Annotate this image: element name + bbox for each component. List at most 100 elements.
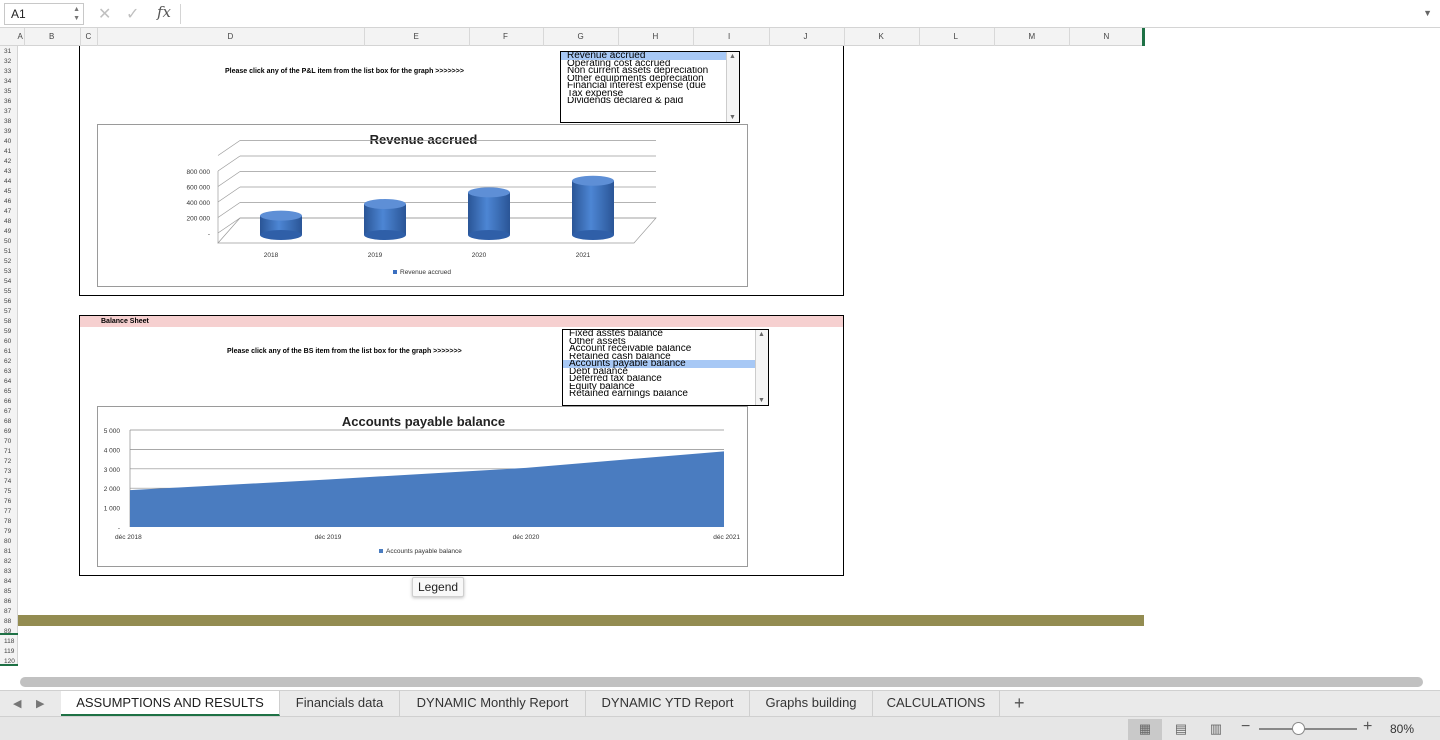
listbox-item[interactable]: Operating cost accrued: [561, 60, 726, 68]
row-header[interactable]: 80: [4, 538, 11, 545]
row-header[interactable]: 82: [4, 558, 11, 565]
row-header[interactable]: 86: [4, 598, 11, 605]
row-header[interactable]: 50: [4, 238, 11, 245]
zoom-out-icon[interactable]: −: [1241, 718, 1250, 736]
listbox-item[interactable]: Other equipments depreciation: [561, 75, 726, 83]
row-header[interactable]: 62: [4, 358, 11, 365]
zoom-slider-thumb[interactable]: [1292, 722, 1305, 735]
row-header[interactable]: 65: [4, 388, 11, 395]
pl-listbox-scrollbar[interactable]: ▲ ▼: [726, 52, 739, 122]
row-header[interactable]: 53: [4, 268, 11, 275]
row-header[interactable]: 40: [4, 138, 11, 145]
row-header[interactable]: 54: [4, 278, 11, 285]
next-sheet-icon[interactable]: ▶: [36, 697, 44, 710]
row-header[interactable]: 72: [4, 458, 11, 465]
row-header[interactable]: 64: [4, 378, 11, 385]
listbox-item[interactable]: Non current assets depreciation: [561, 67, 726, 75]
row-header[interactable]: 68: [4, 418, 11, 425]
row-header[interactable]: 69: [4, 428, 11, 435]
listbox-item[interactable]: Accounts payable balance: [563, 360, 755, 368]
row-header[interactable]: 73: [4, 468, 11, 475]
row-header[interactable]: 88: [4, 618, 11, 625]
listbox-item[interactable]: Deferred tax balance: [563, 375, 755, 383]
row-header[interactable]: 76: [4, 498, 11, 505]
row-header[interactable]: 51: [4, 248, 11, 255]
listbox-item[interactable]: Retained cash balance: [563, 353, 755, 361]
page-break-view-icon[interactable]: ▥: [1199, 719, 1233, 740]
row-header[interactable]: 37: [4, 108, 11, 115]
prev-sheet-icon[interactable]: ◀: [13, 697, 21, 710]
listbox-item[interactable]: Account receivable balance: [563, 345, 755, 353]
row-header[interactable]: 75: [4, 488, 11, 495]
insert-function-icon[interactable]: fx: [157, 3, 171, 21]
row-header[interactable]: 34: [4, 78, 11, 85]
listbox-item[interactable]: Revenue accrued: [561, 52, 726, 60]
revenue-chart[interactable]: Revenue accrued 800 000 600 000 400 000 200…: [97, 124, 748, 287]
row-header[interactable]: 38: [4, 118, 11, 125]
column-header[interactable]: G: [578, 32, 584, 41]
column-header[interactable]: H: [653, 32, 659, 41]
column-header[interactable]: K: [879, 32, 884, 41]
sheet-tab[interactable]: Graphs building: [750, 691, 873, 716]
listbox-item[interactable]: Equity balance: [563, 383, 755, 391]
column-header[interactable]: E: [414, 32, 419, 41]
column-header[interactable]: L: [954, 32, 958, 41]
formula-input[interactable]: [186, 7, 1406, 23]
row-header[interactable]: 118: [4, 638, 14, 645]
row-header[interactable]: 39: [4, 128, 11, 135]
listbox-item[interactable]: Financial interest expense (due: [561, 82, 726, 90]
column-header[interactable]: C: [86, 32, 92, 41]
column-header[interactable]: J: [804, 32, 808, 41]
sheet-tab[interactable]: CALCULATIONS: [873, 691, 1000, 716]
column-header[interactable]: M: [1029, 32, 1036, 41]
listbox-item[interactable]: Debt balance: [563, 368, 755, 376]
row-header[interactable]: 78: [4, 518, 11, 525]
row-header[interactable]: 67: [4, 408, 11, 415]
row-header[interactable]: 42: [4, 158, 11, 165]
row-header[interactable]: 70: [4, 438, 11, 445]
zoom-slider-track[interactable]: [1259, 728, 1357, 730]
accounts-payable-chart[interactable]: Accounts payable balance 5 000 4 000 3 000…: [97, 406, 748, 567]
bs-listbox-scrollbar[interactable]: ▲ ▼: [755, 330, 768, 405]
row-header[interactable]: 71: [4, 448, 11, 455]
row-header[interactable]: 46: [4, 198, 11, 205]
row-header[interactable]: 49: [4, 228, 11, 235]
listbox-item[interactable]: Tax expense: [561, 90, 726, 98]
row-header[interactable]: 74: [4, 478, 11, 485]
scroll-up-icon[interactable]: ▲: [729, 53, 736, 60]
row-header[interactable]: 45: [4, 188, 11, 195]
column-header[interactable]: N: [1104, 32, 1110, 41]
chevron-down-icon[interactable]: ▼: [1423, 8, 1432, 18]
sheet-tab[interactable]: DYNAMIC YTD Report: [586, 691, 750, 716]
row-header[interactable]: 66: [4, 398, 11, 405]
page-layout-view-icon[interactable]: ▤: [1164, 719, 1198, 740]
name-box[interactable]: A1 ▲ ▼: [4, 3, 84, 25]
row-header[interactable]: 84: [4, 578, 11, 585]
row-header[interactable]: 36: [4, 98, 11, 105]
cancel-icon[interactable]: ✕: [98, 4, 111, 24]
row-header[interactable]: 61: [4, 348, 11, 355]
row-header[interactable]: 81: [4, 548, 11, 555]
name-box-stepper-icon[interactable]: ▲ ▼: [73, 5, 80, 23]
column-header[interactable]: F: [503, 32, 508, 41]
scroll-down-icon[interactable]: ▼: [758, 397, 765, 404]
row-header[interactable]: 85: [4, 588, 11, 595]
row-header[interactable]: 83: [4, 568, 11, 575]
row-header[interactable]: 47: [4, 208, 11, 215]
row-header[interactable]: 32: [4, 58, 11, 65]
column-header[interactable]: B: [49, 32, 54, 41]
scroll-up-icon[interactable]: ▲: [758, 331, 765, 338]
add-sheet-icon[interactable]: +: [1014, 693, 1025, 714]
sheet-tab[interactable]: DYNAMIC Monthly Report: [400, 691, 586, 716]
check-icon[interactable]: ✓: [126, 4, 139, 24]
horizontal-scrollbar[interactable]: [20, 677, 1423, 687]
row-header[interactable]: 57: [4, 308, 11, 315]
listbox-item[interactable]: Retained earnings balance: [563, 390, 755, 398]
sheet-tab[interactable]: ASSUMPTIONS AND RESULTS: [61, 691, 280, 716]
row-header[interactable]: 43: [4, 168, 11, 175]
row-header[interactable]: 63: [4, 368, 11, 375]
row-header[interactable]: 77: [4, 508, 11, 515]
row-header[interactable]: 87: [4, 608, 11, 615]
row-header[interactable]: 119: [4, 648, 14, 655]
row-header[interactable]: 48: [4, 218, 11, 225]
